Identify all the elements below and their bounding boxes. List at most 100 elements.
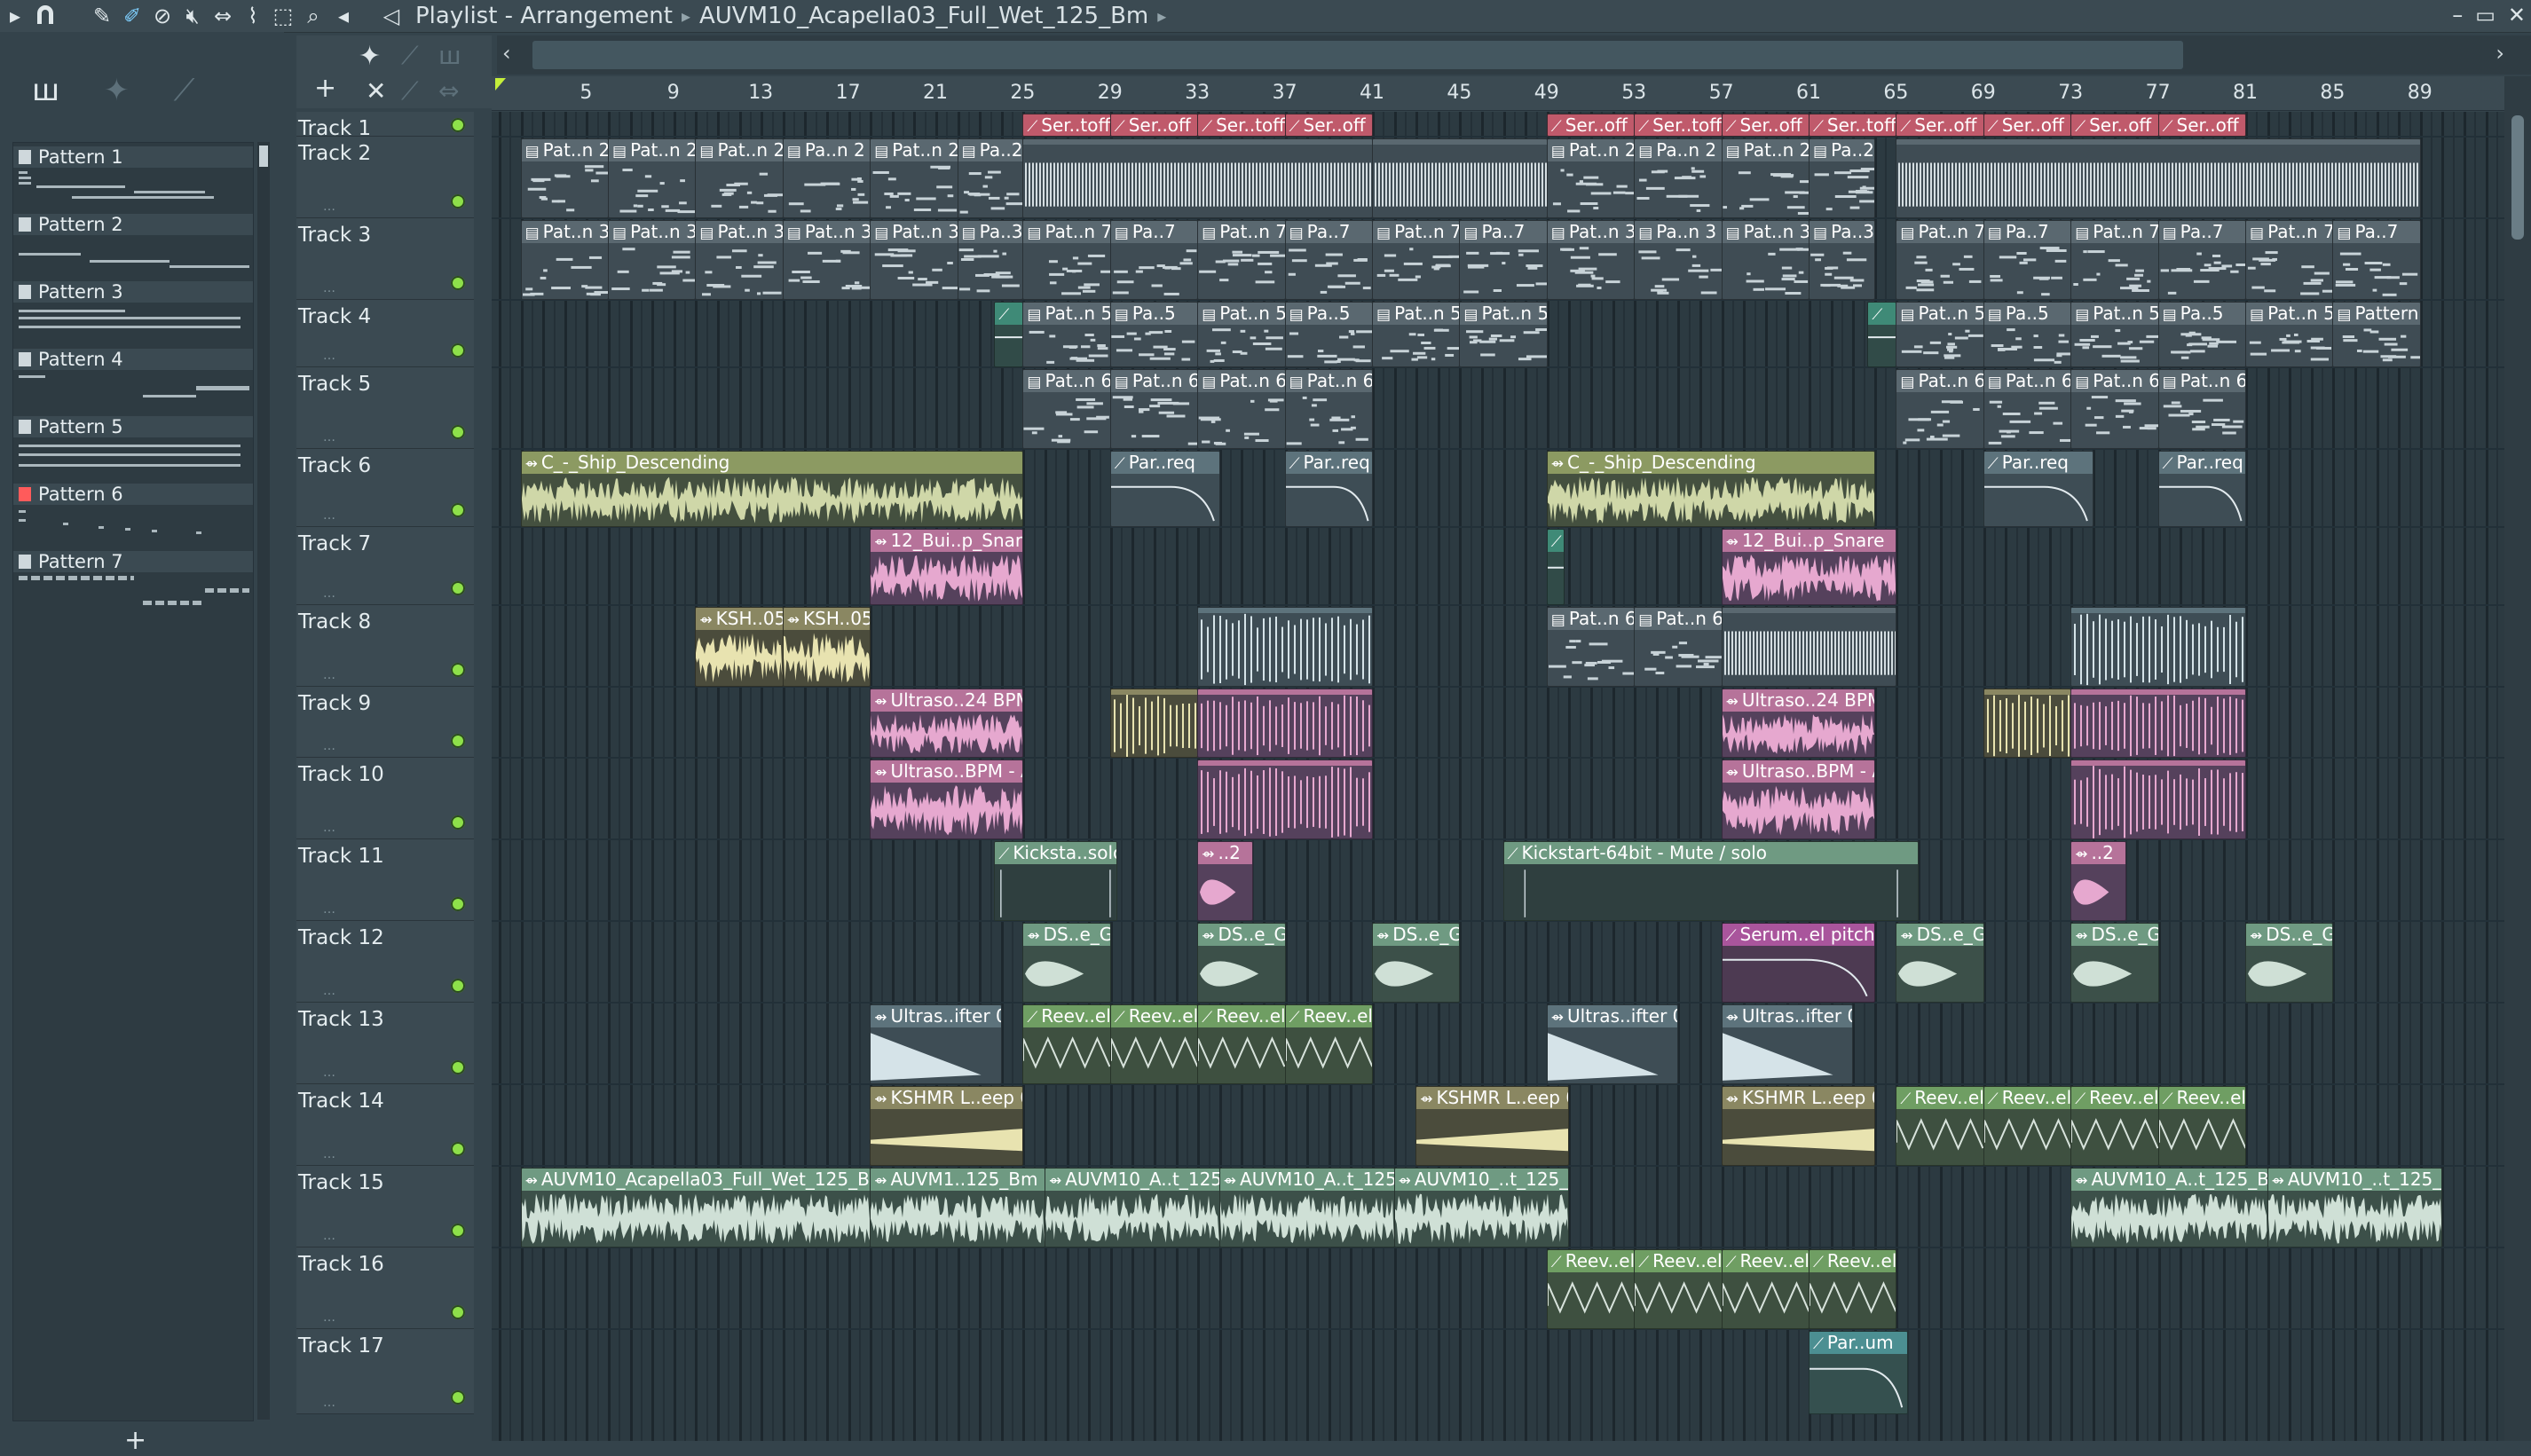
clip-title-bar[interactable]: ⇴AUVM10_A..t_125_Bm xyxy=(1219,1169,1394,1191)
playlist-clip[interactable] xyxy=(1896,138,2421,218)
pattern-item[interactable]: Pattern 7 xyxy=(13,547,253,615)
playlist-clip[interactable]: ▤ Pat..n 2 xyxy=(870,138,958,218)
playlist-clip[interactable]: ▤ Pat..n 3 xyxy=(520,220,609,300)
playlist-clip[interactable]: ⟋ Ser..off xyxy=(1109,114,1199,137)
playlist-clip[interactable]: ⟋ Reev..el xyxy=(1983,1086,2072,1166)
playlist-clip[interactable]: ⟋ Ser..off xyxy=(2070,114,2159,137)
playlist-clip[interactable]: ▤ Pa..n 2 xyxy=(782,138,871,218)
breadcrumb-arrow-icon[interactable]: ▸ xyxy=(1157,5,1166,27)
track-header[interactable]: Track 14… xyxy=(296,1084,474,1166)
close-icon[interactable]: ✕ xyxy=(2508,3,2526,28)
playlist-clip[interactable] xyxy=(1983,689,2072,758)
clip-title-bar[interactable]: ▤ Pat..n 6 xyxy=(1023,370,1110,392)
clip-title-bar[interactable]: ▤ Pat..n 6 xyxy=(1635,608,1722,630)
clip-title-bar[interactable]: ⇴ DS..e_G xyxy=(1023,924,1110,946)
clip-title-bar[interactable]: ⟋ Par..um xyxy=(1810,1332,1907,1354)
add-track-button[interactable]: + xyxy=(314,73,336,104)
track-grip-icon[interactable]: … xyxy=(323,1147,337,1161)
playlist-clip[interactable]: ▤ Pat..n 6 xyxy=(1022,369,1111,449)
playlist-clip[interactable]: ⟋ Reev..el xyxy=(2070,1086,2159,1166)
clip-title-bar[interactable]: ⟋ Reev..el xyxy=(1896,1087,1983,1109)
playlist-grid[interactable]: ⟋ Ser..toff ⟋ Ser..off ⟋ Ser..toff ⟋ Ser..off ⟋ S… xyxy=(492,112,2504,1441)
clip-title-bar[interactable]: ▤ Pat..n 5 xyxy=(1460,303,1547,325)
clip-title-bar[interactable]: ⇴KSHMR L..eep 02 xyxy=(1722,1087,1874,1109)
overview-scrollbar[interactable]: ‹ › xyxy=(497,35,2531,75)
clip-title-bar[interactable]: ⟋ Reev..el xyxy=(1110,1005,1198,1027)
clip-title-bar[interactable]: ▤ Pat..n 6 xyxy=(1198,370,1285,392)
playlist-clip[interactable]: ⟋ Serum..el pitch xyxy=(1721,923,1875,1003)
track-grip-icon[interactable]: … xyxy=(323,902,337,917)
track-grip-icon[interactable]: … xyxy=(323,821,337,835)
clip-title-bar[interactable]: ⇴ KSH..05 xyxy=(696,608,783,630)
playlist-clip[interactable]: ⟋ Reev..el xyxy=(1197,1004,1286,1084)
clip-title-bar[interactable]: ▤ Pa..7 xyxy=(2158,221,2245,243)
track-enable-led[interactable] xyxy=(451,118,465,132)
playlist-clip[interactable]: ⟋ Reev..el xyxy=(1634,1249,1723,1329)
maximize-icon[interactable]: ▭ xyxy=(2475,3,2496,28)
track-enable-led[interactable] xyxy=(451,897,465,911)
audio-clip-icon[interactable]: ✦ xyxy=(104,73,130,108)
playlist-clip[interactable]: ▤ Pat..n 2 xyxy=(520,138,609,218)
playlist-clip[interactable] xyxy=(1109,689,1199,758)
playlist-clip[interactable] xyxy=(1022,138,1373,218)
clip-title-bar[interactable]: ⇴ 12_Bui..p_Snare xyxy=(1722,530,1896,552)
playlist-clip[interactable]: ▤ Pa..5 xyxy=(1284,302,1373,367)
zoom-icon[interactable]: ⌕ xyxy=(298,1,328,31)
clip-title-bar[interactable]: ⇴ ..2 xyxy=(1198,842,1252,864)
track-enable-led[interactable] xyxy=(451,734,465,748)
clip-title-bar[interactable]: ▤ Pat..n 6 xyxy=(2158,370,2245,392)
clip-title-bar[interactable]: ⟋ Kicksta..solo xyxy=(995,842,1117,864)
track-grip-icon[interactable]: … xyxy=(323,739,337,753)
clip-title-bar[interactable]: ⟋ Reev..el xyxy=(1983,1087,2071,1109)
clip-title-bar[interactable]: ▤ Pat..n 3 xyxy=(696,221,783,243)
playlist-clip[interactable]: ⇴AUVM10_..t_125_Bm xyxy=(2267,1168,2443,1247)
playlist-clip[interactable] xyxy=(2070,759,2246,839)
clip-title-bar[interactable]: ⟋ Reev..el xyxy=(2071,1087,2158,1109)
playlist-clip[interactable]: ⟋ Ser..off xyxy=(1896,114,1984,137)
close-track-button[interactable]: ✕ xyxy=(366,76,386,106)
clip-title-bar[interactable]: ▤ Pat..n 7 xyxy=(1896,221,1983,243)
track-header[interactable]: Track 3… xyxy=(296,218,474,300)
playlist-clip[interactable]: ⇴ C_-_Ship_Descending xyxy=(520,451,1024,527)
clip-title-bar[interactable]: ⟋ Ser..off xyxy=(2071,114,2158,136)
clip-title-bar[interactable]: ⟋ Ser..off xyxy=(1285,114,1372,136)
playlist-clip[interactable] xyxy=(1372,138,1548,218)
playlist-clip[interactable]: ⟋ Ser..off xyxy=(2157,114,2246,137)
track-enable-led[interactable] xyxy=(451,979,465,993)
clip-title-bar[interactable]: ▤ Pat..n 6 xyxy=(2071,370,2158,392)
playlist-clip[interactable]: ⟋ Reev..el xyxy=(1022,1004,1111,1084)
clip-title-bar[interactable]: ▤ Pat..n 3 xyxy=(1547,221,1635,243)
playlist-clip[interactable]: ⟋ Kicksta..solo xyxy=(994,841,1118,921)
pattern-item[interactable]: Pattern 1 xyxy=(13,143,253,210)
playlist-clip[interactable]: ⟋ Reev..el xyxy=(2157,1086,2246,1166)
playlist-clip[interactable]: ⟋ Ser..off xyxy=(1284,114,1373,137)
track-grip-icon[interactable]: … xyxy=(323,586,337,601)
play-menu-icon[interactable]: ▸ xyxy=(0,1,30,31)
piano-roll-icon[interactable]: ш xyxy=(32,73,59,108)
scroll-icon[interactable]: ⇔ xyxy=(438,76,459,106)
clip-title-bar[interactable]: ⇴ C_-_Ship_Descending xyxy=(1547,452,1874,474)
clip-title-bar[interactable]: ▤ Pat..n 3 xyxy=(783,221,871,243)
clip-title-bar[interactable]: ▤ Pat..n 2 xyxy=(1547,139,1635,161)
playlist-clip[interactable]: ⟋ Ser..toff xyxy=(1197,114,1286,137)
track-grip-icon[interactable]: … xyxy=(323,668,337,682)
track-grip-icon[interactable]: … xyxy=(323,508,337,523)
playlist-clip[interactable]: ⇴ AUVM10_A..t_125_ xyxy=(1045,1168,1220,1247)
track-header[interactable]: Track 11… xyxy=(296,839,474,921)
clip-title-bar[interactable]: ⇴ DS..e_G xyxy=(2071,924,2158,946)
delete-icon[interactable]: ⊘ xyxy=(147,1,177,31)
playlist-clip[interactable]: ▤ Pat..n 6 xyxy=(2070,369,2159,449)
playlist-clip[interactable]: ▤ Pat..n 5 xyxy=(1372,302,1461,367)
track-enable-led[interactable] xyxy=(451,503,465,517)
clip-title-bar[interactable]: ▤Pattern 5 xyxy=(2333,303,2420,325)
playlist-clip[interactable]: ⇴ DS..e_G xyxy=(2245,923,2334,1003)
playlist-clip[interactable]: ⟋ Par..req xyxy=(1983,451,2093,527)
clip-title-bar[interactable]: ▤ Pat..n 6 xyxy=(1896,370,1983,392)
clip-title-bar[interactable]: ▤ Pat..n 2 xyxy=(871,139,958,161)
playlist-clip[interactable]: ⇴ DS..e_G xyxy=(2070,923,2159,1003)
playlist-clip[interactable]: ▤ Pat..n 7 xyxy=(1896,220,1984,300)
clip-title-bar[interactable]: ▤ Pat..n 7 xyxy=(1023,221,1110,243)
track-header[interactable]: Track 16… xyxy=(296,1247,474,1329)
playlist-clip[interactable]: ▤ Pa..7 xyxy=(1459,220,1548,300)
clip-title-bar[interactable]: ▤ Pa..2 xyxy=(958,139,1023,161)
